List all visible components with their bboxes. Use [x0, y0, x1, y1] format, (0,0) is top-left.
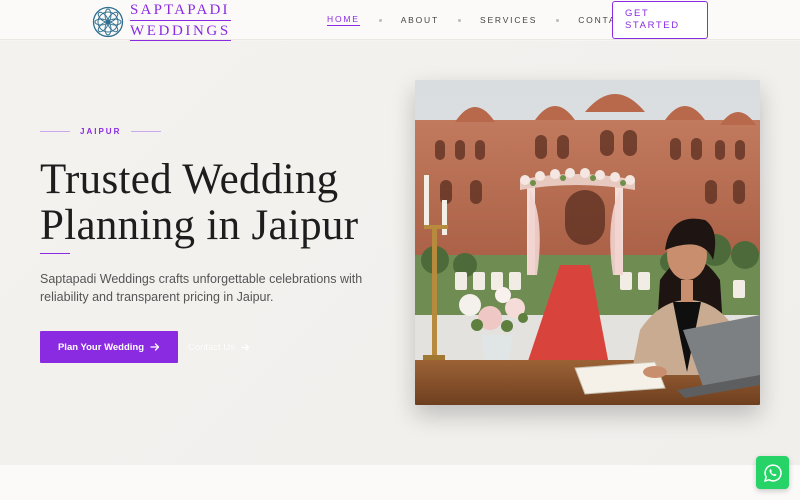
nav-item-services[interactable]: SERVICES	[480, 15, 537, 25]
brand-wordmark: SAPTAPADI WEDDINGS	[130, 3, 231, 41]
contact-us-label: Contact Us	[188, 342, 235, 353]
wedding-planner-illustration	[415, 80, 760, 405]
nav-separator	[556, 18, 560, 22]
nav-item-about[interactable]: ABOUT	[401, 15, 439, 25]
brand-line1: SAPTAPADI	[130, 3, 231, 21]
whatsapp-icon	[763, 463, 782, 482]
hero-headline: Trusted Wedding Planning in Jaipur	[40, 157, 400, 249]
next-section	[0, 465, 800, 500]
contact-us-link[interactable]: Contact Us	[188, 342, 250, 353]
headline-line1: Trusted Wedding	[40, 156, 339, 203]
arrow-right-icon	[150, 343, 160, 351]
hero-eyebrow: JAIPUR	[40, 127, 162, 136]
headline-underline	[40, 253, 70, 254]
site-header: SAPTAPADI WEDDINGS HOME ABOUT SERVICES C…	[0, 0, 800, 41]
headline-line2: Planning in Jaipur	[40, 202, 359, 249]
brand-line2: WEDDINGS	[130, 23, 231, 41]
plan-wedding-label: Plan Your Wedding	[57, 341, 145, 353]
whatsapp-button[interactable]	[756, 456, 789, 489]
hero-subtext: Saptapadi Weddings crafts unforgettable …	[40, 272, 363, 304]
eyebrow-divider	[40, 131, 70, 132]
get-started-button[interactable]: GET STARTED	[612, 1, 708, 39]
brand-logo[interactable]: SAPTAPADI WEDDINGS	[92, 3, 231, 41]
plan-wedding-button[interactable]: Plan Your Wedding	[40, 331, 178, 363]
eyebrow-divider	[131, 131, 162, 132]
eyebrow-location: JAIPUR	[80, 127, 122, 136]
arrow-right-icon	[241, 344, 250, 351]
nav-item-home[interactable]: HOME	[327, 14, 360, 26]
mandala-logo-icon	[92, 6, 124, 38]
nav-separator	[378, 18, 382, 22]
main-nav: HOME ABOUT SERVICES CONTACT	[327, 14, 631, 26]
nav-separator	[457, 18, 461, 22]
hero-photo	[415, 80, 760, 405]
